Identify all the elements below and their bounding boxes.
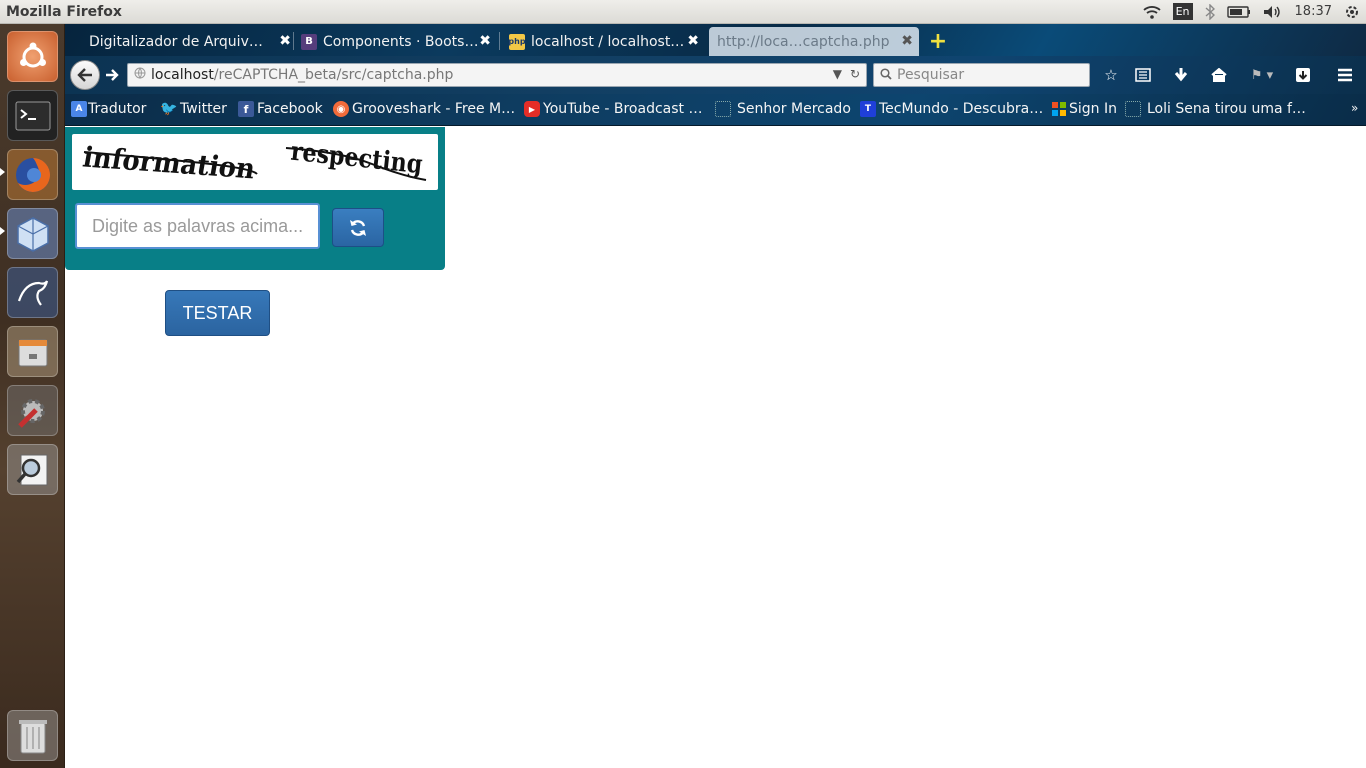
bookmark-label: TecMundo - Descubra… <box>879 101 1044 117</box>
tab-title: Components · Boots… <box>323 33 479 50</box>
mysql-workbench-icon[interactable] <box>7 267 58 318</box>
globe-icon <box>134 67 146 83</box>
bookmark-label: YouTube - Broadcast … <box>543 101 703 117</box>
bookmark-label: Facebook <box>257 101 323 117</box>
bookmark-twitter[interactable]: 🐦 Twitter <box>160 101 227 117</box>
url-host: localhost <box>151 67 214 83</box>
system-settings-icon[interactable] <box>7 385 58 436</box>
new-tab-plus-icon[interactable]: + <box>927 29 949 54</box>
page-content: information respecting TESTAR <box>65 127 1366 768</box>
url-bar[interactable]: localhost/reCAPTCHA_beta/src/captcha.php… <box>127 63 867 87</box>
phpmyadmin-icon: php <box>508 33 526 50</box>
captcha-word-1: information <box>80 141 257 186</box>
battery-icon[interactable] <box>1226 3 1251 21</box>
tab-close-icon[interactable]: ✖ <box>687 33 699 49</box>
url-path: /reCAPTCHA_beta/src/captcha.php <box>213 67 454 83</box>
search-tool-icon[interactable] <box>7 444 58 495</box>
bookmark-label: Grooveshark - Free M… <box>352 101 516 117</box>
facebook-icon: f <box>238 101 254 117</box>
bookmark-facebook[interactable]: f Facebook <box>238 101 323 117</box>
system-tray: En 18:37 <box>1143 3 1360 21</box>
tab-close-icon[interactable]: ✖ <box>479 33 491 49</box>
reading-list-icon[interactable] <box>1133 65 1153 85</box>
tab-bar: Digitalizador de Arquiv… ✖ B Components … <box>65 24 1366 56</box>
search-placeholder: Pesquisar <box>897 67 965 83</box>
firefox-icon[interactable] <box>7 149 58 200</box>
volume-icon[interactable] <box>1263 3 1283 21</box>
tab-digitalizador[interactable]: Digitalizador de Arquiv… ✖ <box>81 27 297 56</box>
page-icon <box>1125 101 1141 117</box>
captcha-answer-input[interactable] <box>75 203 320 249</box>
captcha-image: information respecting <box>72 134 438 190</box>
tab-separator <box>499 32 500 50</box>
virtualbox-icon[interactable] <box>7 208 58 259</box>
bookmark-label: Loli Sena tirou uma f… <box>1147 101 1306 117</box>
bookmark-label: Tradutor <box>88 101 147 117</box>
bookmarks-overflow-chevron-icon[interactable]: » <box>1351 101 1358 115</box>
bookmark-senhor-mercado[interactable]: Senhor Mercado <box>715 101 851 117</box>
launcher <box>0 24 65 768</box>
tecmundo-icon: T <box>860 101 876 117</box>
bookmark-tecmundo[interactable]: T TecMundo - Descubra… <box>860 101 1043 117</box>
tab-close-icon[interactable]: ✖ <box>901 33 913 49</box>
twitter-icon: 🐦 <box>160 101 178 117</box>
refresh-captcha-button[interactable] <box>332 208 384 247</box>
bookmark-label: Sign In <box>1069 101 1117 117</box>
test-button[interactable]: TESTAR <box>165 290 270 336</box>
window-title: Mozilla Firefox <box>6 3 122 20</box>
bookmark-grooveshark[interactable]: ◉ Grooveshark - Free M… <box>333 101 515 117</box>
back-arrow-icon[interactable] <box>70 60 100 90</box>
youtube-icon: ▶ <box>524 101 540 117</box>
terminal-icon[interactable] <box>7 90 58 141</box>
bookmarks-toolbar: A Tradutor 🐦 Twitter f Facebook ◉ Groove… <box>65 94 1366 126</box>
bootstrap-icon: B <box>301 33 317 50</box>
tab-title: Digitalizador de Arquiv… <box>89 33 263 50</box>
keyboard-layout-indicator[interactable]: En <box>1172 3 1193 20</box>
reload-icon[interactable]: ↻ <box>850 67 860 81</box>
wifi-icon[interactable] <box>1143 3 1161 21</box>
bookmark-sign-in[interactable]: Sign In <box>1051 101 1117 117</box>
search-icon <box>880 67 892 83</box>
page-icon <box>715 101 731 117</box>
virtualbox-running-indicator <box>0 227 5 235</box>
firefox-running-indicator <box>0 168 5 176</box>
clock[interactable]: 18:37 <box>1295 3 1332 21</box>
tab-close-icon[interactable]: ✖ <box>279 33 291 49</box>
bluetooth-icon[interactable] <box>1205 3 1215 21</box>
captcha-panel: information respecting <box>65 127 445 270</box>
navigation-bar: localhost/reCAPTCHA_beta/src/captcha.php… <box>65 56 1366 94</box>
download-arrow-icon[interactable] <box>1171 65 1191 85</box>
forward-arrow-icon[interactable] <box>101 64 123 86</box>
bookmark-label: Twitter <box>180 101 227 117</box>
search-bar[interactable]: Pesquisar <box>873 63 1090 87</box>
tab-title: http://loca…captcha.php <box>717 33 890 50</box>
power-icon[interactable] <box>1344 3 1360 21</box>
refresh-icon <box>350 219 366 236</box>
tab-bootstrap-components[interactable]: B Components · Boots… ✖ <box>293 27 497 56</box>
tab-captcha-active[interactable]: http://loca…captcha.php ✖ <box>709 27 919 56</box>
microsoft-icon <box>1051 101 1067 117</box>
trash-icon[interactable] <box>7 710 58 761</box>
pocket-save-icon[interactable] <box>1293 65 1313 85</box>
top-panel: Mozilla Firefox En 18:37 <box>0 0 1366 24</box>
file-manager-icon[interactable] <box>7 326 58 377</box>
tab-phpmyadmin[interactable]: php localhost / localhost… ✖ <box>501 27 705 56</box>
bookmark-label: Senhor Mercado <box>737 101 851 117</box>
hamburger-menu-icon[interactable] <box>1335 65 1355 85</box>
bookmark-youtube[interactable]: ▶ YouTube - Broadcast … <box>524 101 702 117</box>
url-controls: ▼ ↻ <box>833 67 860 81</box>
home-icon[interactable] <box>1209 65 1229 85</box>
addon-dropdown-icon[interactable]: ⚑ ▾ <box>1245 65 1279 85</box>
translate-icon: A <box>71 101 87 117</box>
grooveshark-icon: ◉ <box>333 101 349 117</box>
bookmark-star-icon[interactable]: ☆ <box>1101 65 1121 85</box>
bookmark-loli-sena[interactable]: Loli Sena tirou uma f… <box>1125 101 1306 117</box>
bookmark-tradutor[interactable]: A Tradutor <box>71 101 146 117</box>
dropdown-arrow-icon[interactable]: ▼ <box>833 67 842 81</box>
tab-title: localhost / localhost… <box>531 33 685 50</box>
ubuntu-dash-icon[interactable] <box>7 31 58 82</box>
